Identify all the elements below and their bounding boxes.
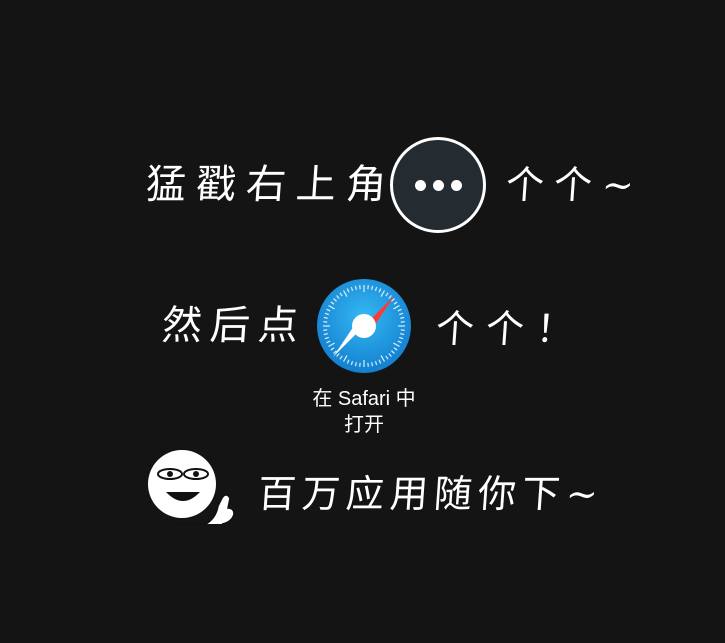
step3-instruction: 百万应用随你下~ bbox=[256, 472, 606, 516]
caption-line1: 在 Safari 中 bbox=[312, 388, 416, 410]
open-in-safari-label[interactable]: 在 Safari 中 打开 bbox=[280, 386, 448, 438]
step1-instruction: 猛戳右上角 bbox=[144, 162, 398, 208]
safari-compass-icon[interactable] bbox=[316, 278, 412, 374]
more-dots-icon bbox=[414, 179, 462, 191]
step2-suffix: 个个！ bbox=[434, 307, 588, 351]
thumbs-up-face-icon bbox=[148, 450, 235, 525]
caption-line2: 打开 bbox=[344, 414, 384, 436]
step1-suffix: 个个~ bbox=[504, 163, 646, 207]
step2-instruction: 然后点 bbox=[160, 303, 308, 349]
guide-overlay: 猛戳右上角 个个~ 然后点 个个！ 在 Safari 中 打开 百万应用随你下~ bbox=[0, 0, 725, 643]
more-options-button[interactable] bbox=[390, 137, 486, 233]
